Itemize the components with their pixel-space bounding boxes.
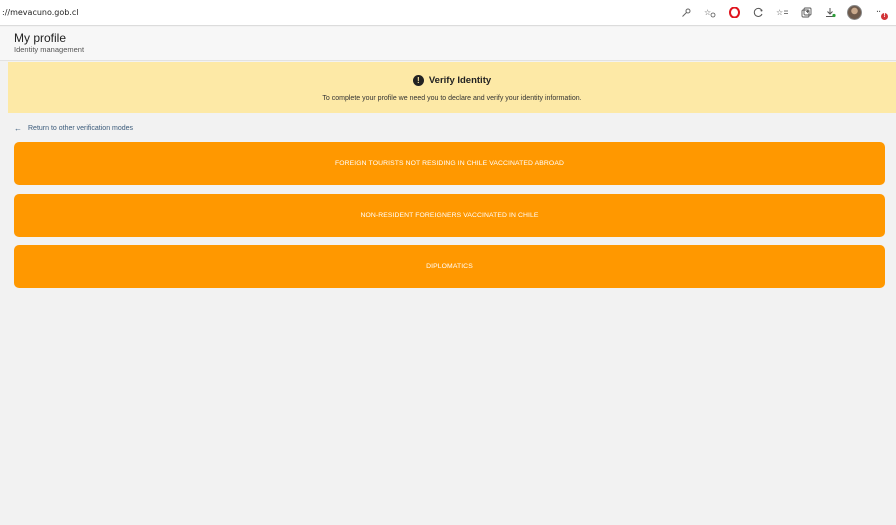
address-bar[interactable]: ://mevacuno.gob.cl: [0, 8, 674, 17]
favorites-icon[interactable]: ☆: [770, 3, 794, 23]
avatar: [846, 5, 862, 20]
extension-icon[interactable]: [746, 3, 770, 23]
option-label: FOREIGN TOURISTS NOT RESIDING IN CHILE V…: [335, 160, 564, 167]
warning-icon: !: [412, 75, 424, 86]
option-label: NON-RESIDENT FOREIGNERS VACCINATED IN CH…: [360, 212, 539, 219]
arrow-left-icon: ←: [14, 124, 22, 133]
ellipsis-icon: ··: [875, 7, 881, 18]
collections-icon[interactable]: [794, 3, 818, 23]
more-icon[interactable]: ·· !: [866, 3, 890, 23]
option-diplomatics-button[interactable]: DIPLOMATICS: [14, 245, 885, 288]
option-non-resident-foreigners-button[interactable]: NON-RESIDENT FOREIGNERS VACCINATED IN CH…: [14, 194, 885, 237]
banner-heading: ! Verify Identity: [8, 75, 896, 86]
notification-badge: !: [881, 12, 888, 20]
banner-title: Verify Identity: [428, 75, 492, 86]
banner-message: To complete your profile we need you to …: [322, 95, 582, 102]
verify-identity-banner: ! Verify Identity To complete your profi…: [8, 62, 896, 113]
return-link-label: Return to other verification modes: [28, 125, 134, 132]
page-title: My profile: [14, 31, 67, 45]
svg-text:☆: ☆: [776, 8, 783, 17]
key-icon[interactable]: [674, 3, 698, 23]
page-subtitle: Identity management: [14, 45, 85, 54]
browser-toolbar-icons: ☆ ☆ ·· !: [674, 3, 896, 23]
browser-toolbar: ://mevacuno.gob.cl ☆ ☆ ·· !: [0, 0, 896, 26]
option-label: DIPLOMATICS: [426, 263, 473, 270]
return-link[interactable]: ← Return to other verification modes: [14, 124, 133, 133]
app-header: My profile Identity management: [0, 27, 896, 61]
download-icon[interactable]: [818, 3, 842, 23]
svg-text:☆: ☆: [704, 8, 711, 17]
option-foreign-tourists-button[interactable]: FOREIGN TOURISTS NOT RESIDING IN CHILE V…: [14, 142, 885, 185]
profile-avatar[interactable]: [842, 3, 866, 23]
opera-icon[interactable]: [722, 3, 746, 23]
reader-add-icon[interactable]: ☆: [698, 3, 722, 23]
